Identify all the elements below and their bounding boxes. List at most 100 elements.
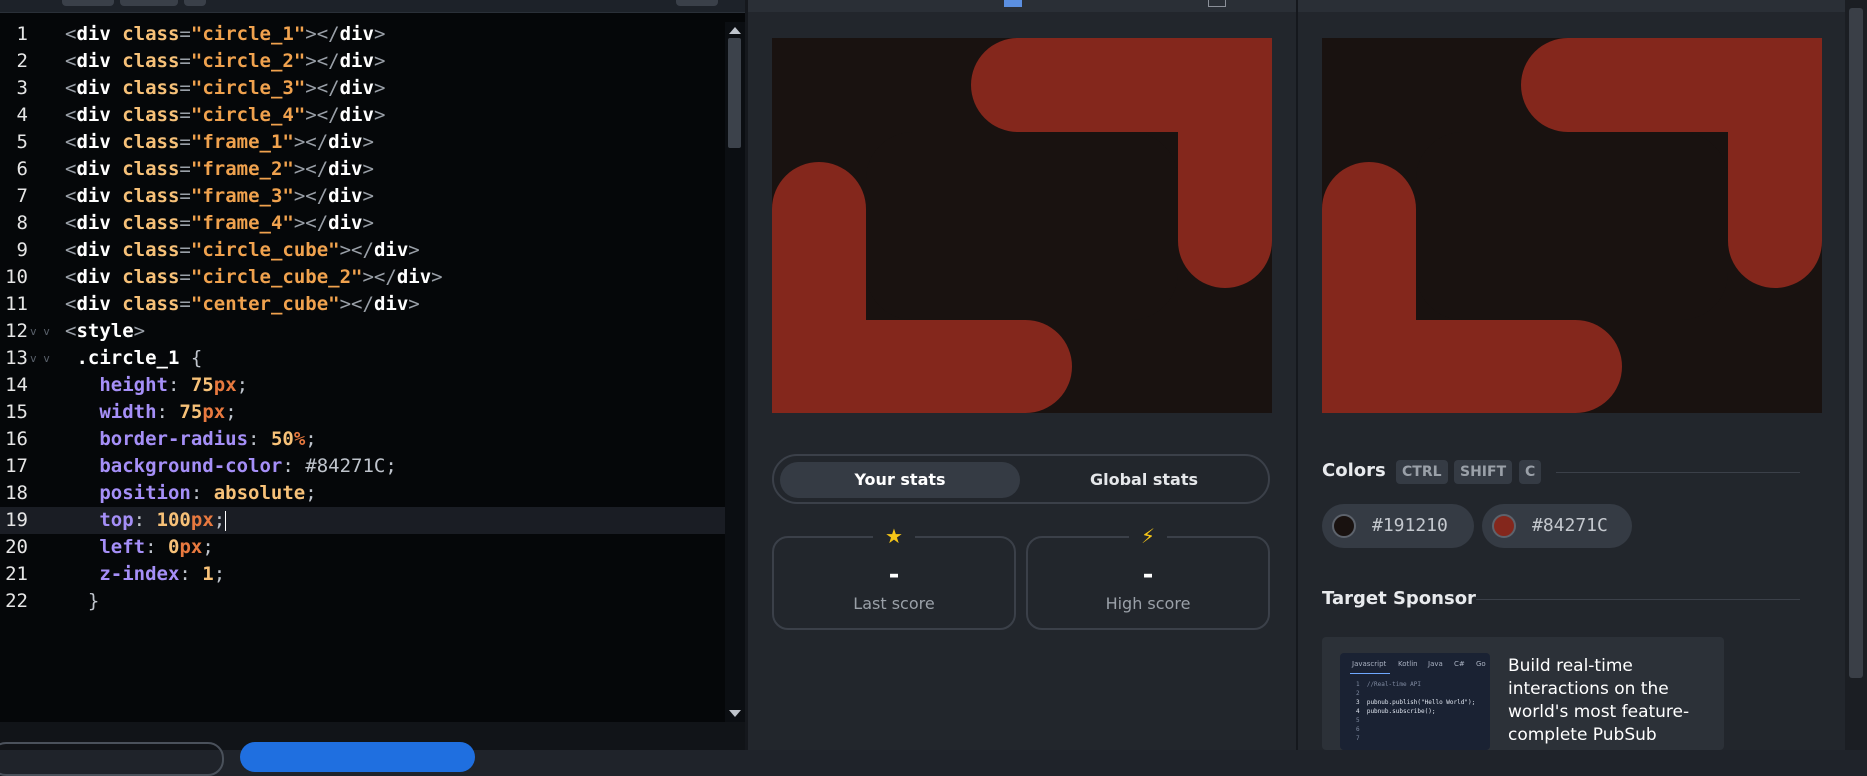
- sponsor-code-image: Javascript Kotlin Java C# Go 1 //Real-time AP…: [1340, 653, 1490, 750]
- colors-title: Colors: [1322, 460, 1386, 481]
- global-stats-button[interactable]: Global stats: [1026, 462, 1262, 498]
- code-line[interactable]: 12 v v <style>: [0, 318, 725, 345]
- code-line[interactable]: 21 z-index: 1;: [0, 561, 725, 588]
- editor-scrollbar[interactable]: [725, 22, 745, 722]
- line-number: 12: [5, 320, 28, 342]
- toolbar-tab[interactable]: [676, 0, 718, 6]
- code-line[interactable]: 9 <div class="circle_cube"></div>: [0, 237, 725, 264]
- code-line[interactable]: 15 width: 75px;: [0, 399, 725, 426]
- line-number: 20: [5, 536, 28, 558]
- code-editor[interactable]: 1 <div class="circle_1"></div> 2 <div class…: [0, 0, 745, 776]
- line-number: 19: [5, 509, 28, 531]
- line-number: 10: [5, 266, 28, 288]
- shortcut-key-shift: SHIFT: [1454, 460, 1513, 484]
- scrollbar-thumb[interactable]: [728, 38, 741, 148]
- shortcut-key-c: C: [1519, 460, 1542, 484]
- slide-compare-checkbox[interactable]: [1004, 0, 1022, 7]
- code-line[interactable]: 14 height: 75px;: [0, 372, 725, 399]
- color-swatch: [1492, 514, 1516, 538]
- line-number: 7: [16, 185, 28, 207]
- star-icon: ★: [774, 524, 1014, 548]
- line-number: 18: [5, 482, 28, 504]
- code-line[interactable]: 20 left: 0px;: [0, 534, 725, 561]
- target-toolbar: [1298, 0, 1845, 12]
- line-number: 8: [16, 212, 28, 234]
- line-number: 1: [16, 23, 28, 45]
- output-toolbar: [748, 0, 1296, 12]
- code-line[interactable]: 11 <div class="center_cube"></div>: [0, 291, 725, 318]
- color-hex-label: #84271C: [1532, 515, 1608, 536]
- code-line[interactable]: 5 <div class="frame_1"></div>: [0, 129, 725, 156]
- color-hex-label: #191210: [1372, 515, 1448, 536]
- code-text: <div class="circle_1"></div>: [65, 23, 386, 45]
- code-area[interactable]: 1 <div class="circle_1"></div> 2 <div class…: [0, 22, 725, 722]
- line-number: 13: [5, 347, 28, 369]
- your-stats-button[interactable]: Your stats: [780, 462, 1020, 498]
- target-image: [1322, 38, 1822, 413]
- diff-checkbox[interactable]: [1208, 0, 1226, 7]
- sponsor-image-tab-underline: [1350, 673, 1390, 674]
- code-text: <div class="frame_3"></div>: [65, 185, 374, 207]
- output-panel: Your stats Global stats ★ - Last score ⚡…: [748, 0, 1296, 750]
- line-number: 15: [5, 401, 28, 423]
- line-number: 11: [5, 293, 28, 315]
- color-chip-background[interactable]: #191210: [1322, 504, 1474, 548]
- sponsor-image-code-line: 4 pubnub.subscribe();: [1356, 708, 1436, 715]
- code-line[interactable]: 13 v v .circle_1 {: [0, 345, 725, 372]
- code-text: <div class="circle_4"></div>: [65, 104, 386, 126]
- output-canvas[interactable]: [772, 38, 1272, 413]
- toolbar-tab[interactable]: [184, 0, 206, 6]
- code-text: <div class="frame_1"></div>: [65, 131, 374, 153]
- sponsor-image-code-line: 5: [1356, 717, 1367, 724]
- toolbar-tab[interactable]: [120, 0, 178, 6]
- color-chip-accent[interactable]: #84271C: [1482, 504, 1632, 548]
- sponsor-image-code-line: 3 pubnub.publish("Hello World");: [1356, 699, 1476, 706]
- line-number: 6: [16, 158, 28, 180]
- page-scrollbar-thumb[interactable]: [1849, 8, 1863, 678]
- line-number: 16: [5, 428, 28, 450]
- page-scrollbar[interactable]: [1845, 0, 1867, 750]
- stats-toggle[interactable]: Your stats Global stats: [772, 454, 1270, 504]
- code-line[interactable]: 6 <div class="frame_2"></div>: [0, 156, 725, 183]
- line-number: 2: [16, 50, 28, 72]
- code-line[interactable]: 3 <div class="circle_3"></div>: [0, 75, 725, 102]
- code-line[interactable]: 10 <div class="circle_cube_2"></div>: [0, 264, 725, 291]
- code-line[interactable]: 8 <div class="frame_4"></div>: [0, 210, 725, 237]
- line-number: 17: [5, 455, 28, 477]
- target-shape-center-cutout: [1416, 132, 1728, 320]
- sponsor-image-tab: Javascript: [1352, 660, 1387, 668]
- code-line[interactable]: 16 border-radius: 50%;: [0, 426, 725, 453]
- sponsor-image-code-line: 6: [1356, 726, 1367, 733]
- code-text: <div class="circle_cube_2"></div>: [65, 266, 443, 288]
- footer-primary-button[interactable]: [240, 742, 475, 772]
- code-line[interactable]: 7 <div class="frame_3"></div>: [0, 183, 725, 210]
- scroll-up-arrow-icon[interactable]: [729, 27, 741, 34]
- code-line[interactable]: 1 <div class="circle_1"></div>: [0, 22, 725, 48]
- fold-toggle-icon[interactable]: v v: [30, 318, 50, 345]
- editor-toolbar: [0, 0, 745, 13]
- code-line[interactable]: 4 <div class="circle_4"></div>: [0, 102, 725, 129]
- last-score-card: ★ - Last score: [772, 524, 1016, 630]
- high-score-label: High score: [1105, 594, 1191, 613]
- line-number: 3: [16, 77, 28, 99]
- sponsor-image-tab: Go: [1476, 660, 1486, 668]
- code-line[interactable]: 22 }: [0, 588, 725, 615]
- sponsor-card[interactable]: Javascript Kotlin Java C# Go 1 //Real-time AP…: [1322, 637, 1724, 750]
- code-line[interactable]: 19 top: 100px;: [0, 507, 725, 534]
- sponsor-image-tab: Java: [1428, 660, 1443, 668]
- fold-toggle-icon[interactable]: v v: [30, 345, 50, 372]
- code-line[interactable]: 18 position: absolute;: [0, 480, 725, 507]
- shortcut-key-ctrl: CTRL: [1396, 460, 1448, 484]
- code-text: <div class="frame_2"></div>: [65, 158, 374, 180]
- line-number: 9: [16, 239, 28, 261]
- high-score-card: ⚡ - High score: [1026, 524, 1270, 630]
- scroll-down-arrow-icon[interactable]: [729, 710, 741, 717]
- toolbar-tab[interactable]: [62, 0, 114, 6]
- code-text: <div class="circle_2"></div>: [65, 50, 386, 72]
- code-line[interactable]: 2 <div class="circle_2"></div>: [0, 48, 725, 75]
- footer-secondary-button[interactable]: [0, 742, 224, 776]
- code-text: <div class="circle_3"></div>: [65, 77, 386, 99]
- code-line[interactable]: 17 background-color: #84271C;: [0, 453, 725, 480]
- output-center-cube: [866, 132, 1178, 320]
- sponsor-image-code-line: 2: [1356, 690, 1367, 697]
